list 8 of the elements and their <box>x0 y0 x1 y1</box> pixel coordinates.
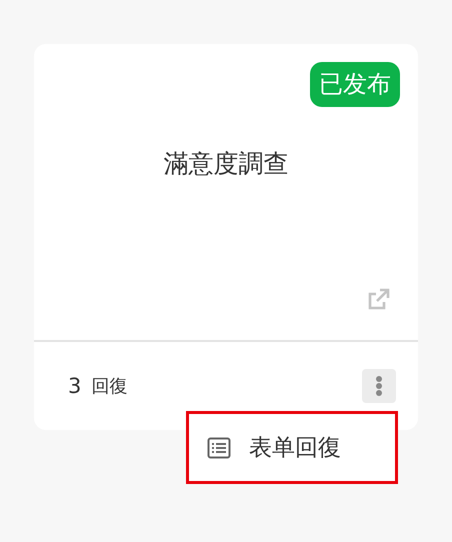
response-label: 回復 <box>91 375 128 398</box>
more-button[interactable] <box>362 369 396 403</box>
response-count: 3 <box>68 374 82 398</box>
list-icon <box>207 436 231 458</box>
more-icon <box>375 375 383 397</box>
form-title: 滿意度調查 <box>164 148 288 180</box>
status-badge: 已发布 <box>310 62 400 107</box>
external-link-icon[interactable] <box>366 286 392 312</box>
